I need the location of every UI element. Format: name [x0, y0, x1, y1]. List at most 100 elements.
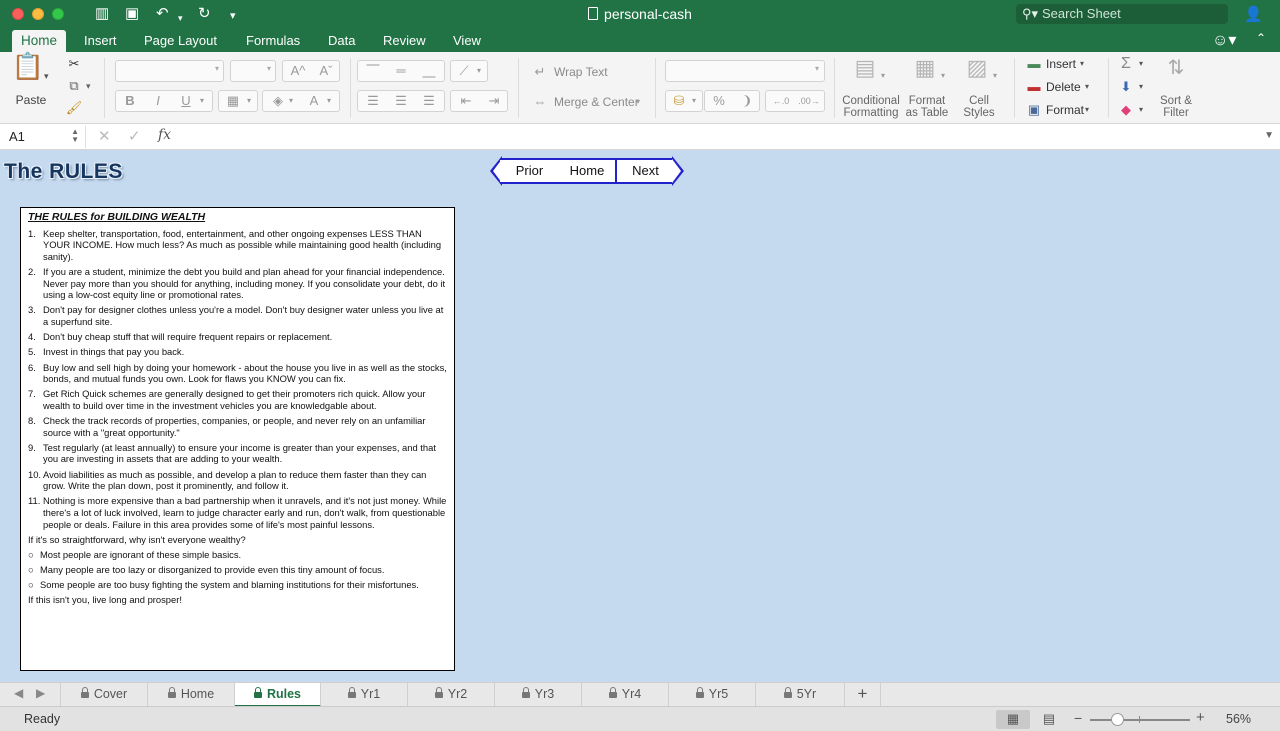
sheet-tab-home[interactable]: Home — [148, 683, 235, 707]
align-right-icon[interactable]: ☰ — [416, 91, 442, 111]
tab-data[interactable]: Data — [319, 32, 364, 52]
orientation-button[interactable]: ⟋ ▾ — [450, 60, 488, 82]
tab-view[interactable]: View — [444, 32, 490, 52]
conditional-formatting-dropdown-icon[interactable]: ▾ — [881, 66, 885, 86]
delete-cells-icon[interactable]: ▬ — [1024, 77, 1044, 97]
sheet-tab-5yr[interactable]: 5Yr — [756, 683, 845, 707]
wrap-text-icon[interactable]: ↵ — [530, 62, 550, 82]
sheet-tab-yr1[interactable]: Yr1 — [321, 683, 408, 707]
cell-styles-icon[interactable]: ▨ — [960, 57, 994, 90]
add-sheet-button[interactable]: + — [845, 683, 881, 707]
font-name-select[interactable]: ▾ — [115, 60, 224, 82]
cancel-entry-icon[interactable]: ✕ — [98, 127, 111, 145]
format-cells-icon[interactable]: ▣ — [1024, 100, 1044, 120]
delete-dropdown-icon[interactable]: ▾ — [1085, 77, 1089, 97]
autosum-dropdown-icon[interactable]: ▾ — [1139, 54, 1143, 74]
increase-decimal-icon[interactable]: ←.0 — [768, 91, 794, 111]
name-box-stepper-icon[interactable]: ▲ ▼ — [71, 128, 79, 144]
clear-dropdown-icon[interactable]: ▾ — [1139, 100, 1143, 120]
page-layout-view-icon[interactable]: ▤ — [1032, 710, 1066, 729]
font-color-icon[interactable]: A — [303, 91, 325, 111]
tab-home[interactable]: Home — [12, 30, 67, 52]
confirm-entry-icon[interactable]: ✓ — [128, 127, 141, 145]
sort-filter-icon[interactable]: ⇅ — [1156, 58, 1196, 88]
paste-dropdown-icon[interactable]: ▾ — [44, 66, 49, 86]
cut-icon[interactable]: ✂ — [64, 54, 84, 74]
format-as-table-icon[interactable]: ▦ — [908, 57, 942, 90]
tab-review[interactable]: Review — [374, 32, 435, 52]
zoom-percentage[interactable]: 56% — [1226, 712, 1251, 726]
percent-style-button[interactable]: % — [707, 91, 731, 111]
insert-cells-icon[interactable]: ▬ — [1024, 54, 1044, 74]
zoom-slider[interactable] — [1090, 719, 1190, 721]
share-add-person-icon[interactable]: 👤 — [1244, 5, 1263, 23]
home-nav-button[interactable]: Home — [558, 158, 616, 184]
prior-button[interactable]: Prior — [500, 158, 560, 184]
insert-cells-button[interactable]: Insert — [1046, 56, 1076, 72]
number-format-select[interactable]: ▾ — [665, 60, 825, 82]
tab-insert[interactable]: Insert — [75, 32, 126, 52]
insert-dropdown-icon[interactable]: ▾ — [1080, 54, 1084, 74]
expand-formula-bar-icon[interactable]: ▼ — [1264, 130, 1274, 141]
clear-icon[interactable]: ◆ — [1116, 100, 1136, 120]
sheet-tab-yr4[interactable]: Yr4 — [582, 683, 669, 707]
sheet-tab-cover[interactable]: Cover — [60, 683, 148, 707]
conditional-formatting-icon[interactable]: ▤ — [848, 57, 882, 90]
comma-style-icon[interactable]: ❩ — [735, 91, 759, 111]
wrap-text-button[interactable]: Wrap Text — [554, 64, 608, 80]
tab-formulas[interactable]: Formulas — [237, 32, 309, 52]
merge-center-button[interactable]: Merge & Center — [554, 94, 639, 110]
align-left-icon[interactable]: ☰ — [360, 91, 386, 111]
font-size-select[interactable]: ▾ — [230, 60, 276, 82]
format-cells-button[interactable]: Format — [1046, 102, 1084, 118]
decrease-font-size-icon[interactable]: Aˇ — [313, 61, 339, 81]
underline-button[interactable]: U — [174, 91, 198, 111]
zoom-slider-knob[interactable] — [1111, 713, 1124, 726]
cell-styles-dropdown-icon[interactable]: ▾ — [993, 66, 997, 86]
next-sheet-icon[interactable]: ▶ — [36, 686, 45, 700]
fill-color-dropdown-icon[interactable]: ▾ — [289, 91, 293, 111]
italic-button[interactable]: I — [146, 91, 170, 111]
worksheet-area[interactable]: The RULES Prior Home Next THE RULES for … — [0, 150, 1280, 682]
merge-center-icon[interactable]: ⇔ — [530, 92, 550, 112]
format-painter-icon[interactable]: 🖌 — [64, 98, 84, 118]
search-sheet-input[interactable]: ⚲▾ Search Sheet — [1016, 4, 1228, 24]
name-box[interactable]: A1 ▲ ▼ — [0, 126, 86, 148]
align-top-icon[interactable]: ⎺ — [360, 61, 386, 81]
sheet-tab-yr3[interactable]: Yr3 — [495, 683, 582, 707]
align-middle-icon[interactable]: ═ — [388, 61, 414, 81]
previous-sheet-icon[interactable]: ◀ — [14, 686, 23, 700]
feedback-smiley-icon[interactable]: ☺▾ — [1212, 30, 1236, 50]
borders-button[interactable]: ▦ ▾ — [218, 90, 258, 112]
normal-view-icon[interactable]: ▦ — [996, 710, 1030, 729]
decrease-decimal-icon[interactable]: .00→ — [796, 91, 822, 111]
align-bottom-icon[interactable]: ⎽ — [416, 61, 442, 81]
insert-function-button[interactable]: fx — [158, 127, 171, 143]
delete-cells-button[interactable]: Delete — [1046, 79, 1081, 95]
decrease-indent-icon[interactable]: ⇤ — [453, 91, 479, 111]
bold-button[interactable]: B — [118, 91, 142, 111]
increase-font-size-icon[interactable]: A^ — [285, 61, 311, 81]
sheet-tab-yr2[interactable]: Yr2 — [408, 683, 495, 707]
fill-icon[interactable]: ⬇ — [1116, 77, 1136, 97]
font-color-dropdown-icon[interactable]: ▾ — [327, 91, 331, 111]
align-center-icon[interactable]: ☰ — [388, 91, 414, 111]
merge-center-dropdown-icon[interactable]: ▾ — [636, 92, 640, 112]
next-button[interactable]: Next — [615, 158, 674, 184]
sheet-tab-rules[interactable]: Rules — [235, 683, 321, 707]
next-arrow-icon[interactable] — [672, 156, 684, 186]
paste-icon[interactable]: 📋 — [10, 53, 46, 90]
sheet-tab-yr5[interactable]: Yr5 — [669, 683, 756, 707]
autosum-icon[interactable]: Σ — [1116, 54, 1136, 74]
copy-icon[interactable]: ⧉ — [64, 76, 84, 96]
tab-page-layout[interactable]: Page Layout — [135, 32, 226, 52]
collapse-ribbon-icon[interactable]: ⌃ — [1256, 31, 1266, 45]
underline-dropdown-icon[interactable]: ▾ — [200, 91, 204, 111]
increase-indent-icon[interactable]: ⇥ — [481, 91, 507, 111]
format-as-table-dropdown-icon[interactable]: ▾ — [941, 66, 945, 86]
zoom-out-icon[interactable]: − — [1074, 710, 1082, 726]
zoom-in-icon[interactable]: + — [1196, 709, 1205, 726]
copy-dropdown-icon[interactable]: ▾ — [86, 76, 91, 96]
format-dropdown-icon[interactable]: ▾ — [1085, 100, 1089, 120]
fill-color-icon[interactable]: ◈ — [267, 91, 289, 111]
